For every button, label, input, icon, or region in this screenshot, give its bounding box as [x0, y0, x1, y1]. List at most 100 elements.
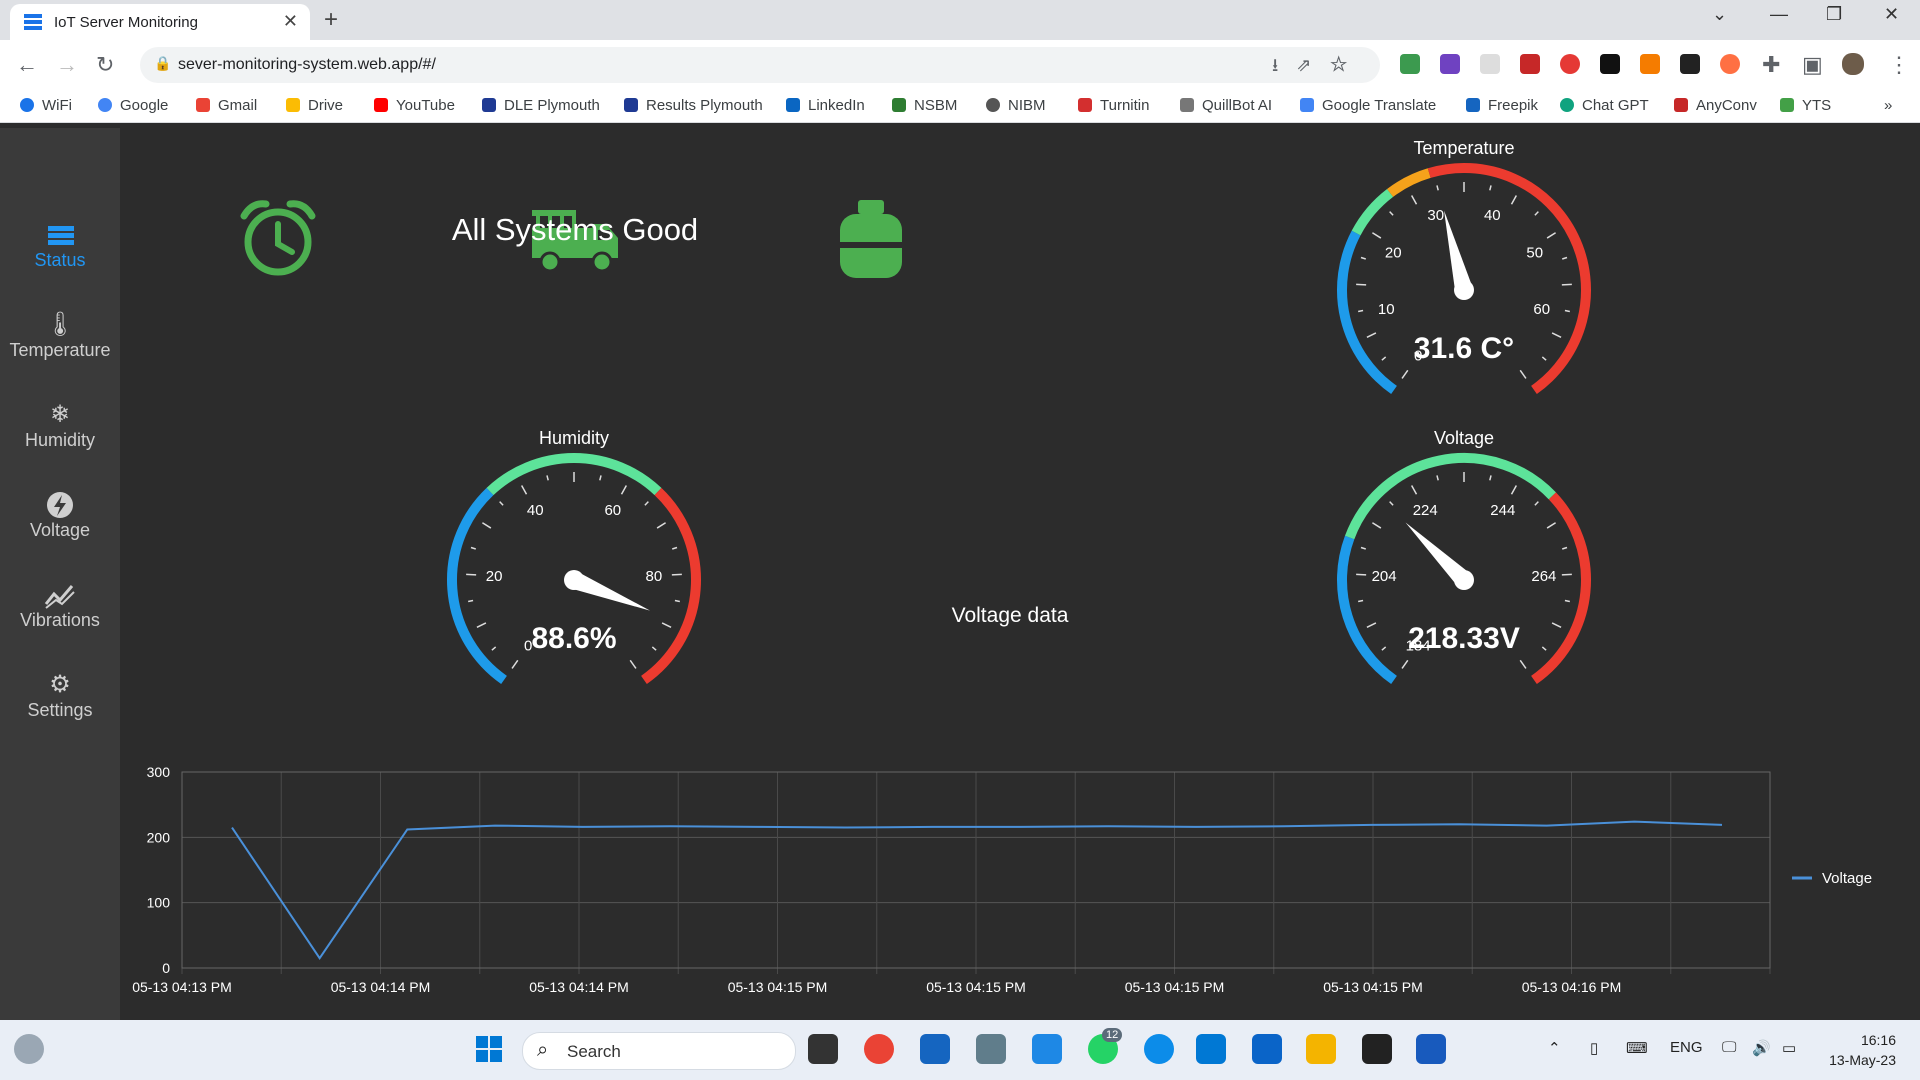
extension-icon[interactable]: [1560, 54, 1580, 74]
sidebar-item-label: Vibrations: [20, 610, 100, 630]
humidity-gauge: 02040 608088.6%: [447, 453, 701, 685]
bookmark-item[interactable]: WiFi: [20, 97, 72, 114]
reload-icon[interactable]: ↻: [96, 52, 114, 78]
bookmark-item[interactable]: NIBM: [986, 97, 1046, 114]
gauge-tick-label: 20: [486, 568, 503, 585]
window-close-icon[interactable]: ✕: [1884, 4, 1899, 25]
legend-label[interactable]: Voltage: [1822, 870, 1872, 887]
chrome-icon[interactable]: [864, 1034, 894, 1064]
tab-search-icon[interactable]: ⌄: [1712, 4, 1727, 25]
more-bookmarks-icon[interactable]: »: [1884, 97, 1892, 114]
side-panel-icon[interactable]: ▣: [1802, 52, 1823, 78]
sidebar-item-vibrations[interactable]: Vibrations: [0, 580, 120, 660]
extension-icon[interactable]: [1400, 54, 1420, 74]
bookmark-item[interactable]: Freepik: [1466, 97, 1538, 114]
keyboard-icon[interactable]: ⌨: [1626, 1039, 1648, 1057]
volume-icon[interactable]: 🔊: [1752, 1039, 1771, 1057]
remote-desktop-icon[interactable]: [1196, 1034, 1226, 1064]
bookmark-item[interactable]: Drive: [286, 97, 343, 114]
sidebar-item-label: Temperature: [9, 340, 111, 360]
forward-icon[interactable]: →: [56, 52, 78, 78]
voltage-gauge-title: Voltage: [1433, 428, 1495, 448]
bookmark-item[interactable]: QuillBot AI: [1180, 97, 1272, 114]
gauge-tick-label: 264: [1531, 568, 1556, 585]
gauge-band: [641, 487, 701, 685]
extension-icon[interactable]: [1640, 54, 1660, 74]
bookmark-item[interactable]: Google Translate: [1300, 97, 1436, 114]
sidebar-item-status[interactable]: Status: [0, 220, 120, 300]
gauge-tick-label: 60: [604, 502, 621, 519]
extension-icon[interactable]: [1520, 54, 1540, 74]
bookmark-item[interactable]: YTS: [1780, 97, 1831, 114]
minimize-icon[interactable]: —: [1770, 4, 1788, 25]
puzzle-icon[interactable]: ✚: [1762, 52, 1780, 78]
menu-icon[interactable]: ⋮: [1888, 52, 1910, 78]
bookmark-item[interactable]: LinkedIn: [786, 97, 865, 114]
task-view-icon[interactable]: [808, 1034, 838, 1064]
restore-icon[interactable]: ❐: [1826, 4, 1842, 25]
youtube-icon: [374, 98, 388, 112]
gauge-tick: [1519, 659, 1527, 669]
calculator-icon[interactable]: [976, 1034, 1006, 1064]
extension-icon[interactable]: [1720, 54, 1740, 74]
gauge-band: [447, 487, 507, 685]
extension-icon[interactable]: [1440, 54, 1460, 74]
usb-icon[interactable]: ▯: [1590, 1039, 1598, 1057]
bookmark-item[interactable]: YouTube: [374, 97, 455, 114]
bookmark-item[interactable]: AnyConv: [1674, 97, 1757, 114]
edge-icon[interactable]: [1144, 1034, 1174, 1064]
weather-icon[interactable]: [14, 1034, 44, 1064]
outlook-icon[interactable]: [1252, 1034, 1282, 1064]
language-indicator[interactable]: ENG: [1670, 1039, 1703, 1056]
bookmark-item[interactable]: NSBM: [892, 97, 957, 114]
gauge-tick-label: 40: [527, 502, 544, 519]
y-tick-label: 0: [162, 960, 170, 976]
gauge-tick: [661, 622, 672, 629]
bookmark-item[interactable]: DLE Plymouth: [482, 97, 600, 114]
sidebar-item-humidity[interactable]: ❄ Humidity: [0, 400, 120, 480]
bookmark-item[interactable]: Chat GPT: [1560, 97, 1649, 114]
bookmark-item[interactable]: Gmail: [196, 97, 257, 114]
notion-icon[interactable]: [1362, 1034, 1392, 1064]
network-icon[interactable]: 🖵: [1722, 1039, 1736, 1056]
mail-icon[interactable]: [1032, 1034, 1062, 1064]
bookmark-item[interactable]: Results Plymouth: [624, 97, 763, 114]
system-clock[interactable]: 16:16 13-May-23: [1829, 1030, 1896, 1070]
gauge-tick: [1366, 332, 1377, 339]
url-text[interactable]: sever-monitoring-system.web.app/#/: [178, 56, 436, 74]
gauge-tick-label: 30: [1427, 207, 1444, 224]
taskbar-search[interactable]: ⌕ Search: [522, 1032, 796, 1070]
windows-start-icon[interactable]: [474, 1034, 504, 1064]
word-icon[interactable]: [1416, 1034, 1446, 1064]
battery-icon[interactable]: ▭: [1782, 1039, 1796, 1057]
sidebar-item-temperature[interactable]: 🌡 Temperature: [0, 310, 120, 390]
address-bar[interactable]: 🔒 sever-monitoring-system.web.app/#/ ⭳⇗☆: [140, 47, 1380, 83]
sidebar-item-label: Humidity: [24, 430, 95, 450]
extension-icon[interactable]: [1680, 54, 1700, 74]
sidebar-item-settings[interactable]: ⚙ Settings: [0, 670, 120, 750]
gauge-tick: [546, 475, 549, 481]
tray-chevron-icon[interactable]: ⌃: [1548, 1039, 1561, 1057]
bookmark-item[interactable]: Turnitin: [1078, 97, 1149, 114]
store-icon[interactable]: [920, 1034, 950, 1064]
close-tab-icon[interactable]: ✕: [283, 11, 298, 32]
new-tab-icon[interactable]: +: [324, 6, 338, 34]
back-icon[interactable]: ←: [16, 52, 38, 78]
extension-icon[interactable]: [1600, 54, 1620, 74]
gauge-tick: [1510, 195, 1518, 205]
gauge-tick: [1546, 232, 1556, 239]
bookmark-item[interactable]: Google: [98, 97, 168, 114]
omnibox-actions-icon[interactable]: ⭳⇗☆: [1272, 53, 1366, 83]
gauge-tick-label: 20: [1385, 245, 1402, 262]
gauge-tick-label: 224: [1413, 502, 1438, 519]
avatar[interactable]: [1842, 53, 1864, 75]
sidebar-item-voltage[interactable]: Voltage: [0, 490, 120, 570]
plymouth-icon: [482, 98, 496, 112]
gauge-tick: [1541, 646, 1547, 651]
extension-icon[interactable]: [1480, 54, 1500, 74]
file-explorer-icon[interactable]: [1306, 1034, 1336, 1064]
gauge-tick: [599, 475, 602, 481]
gauge-tick: [1436, 185, 1439, 191]
gauge-needle: [1444, 210, 1473, 293]
browser-tab[interactable]: IoT Server Monitoring ✕: [10, 4, 310, 40]
